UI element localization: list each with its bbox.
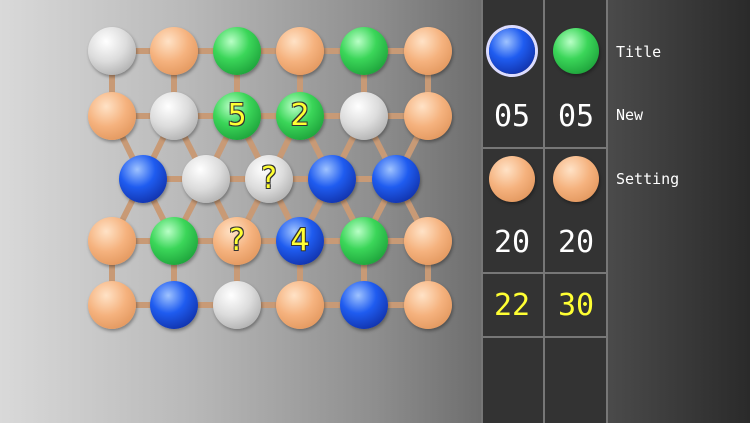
orange-ball[interactable] — [88, 281, 136, 329]
orange-ball[interactable] — [404, 92, 452, 140]
white-ball[interactable] — [182, 155, 230, 203]
orange-ball[interactable] — [276, 27, 324, 75]
white-ball[interactable] — [213, 281, 261, 329]
player2-green-ball-icon[interactable] — [553, 28, 599, 74]
panel-divider-3 — [481, 336, 608, 338]
orange-ball[interactable] — [88, 92, 136, 140]
panel-border-left — [481, 0, 483, 423]
panel-divider-2 — [481, 272, 608, 274]
blue-ball[interactable] — [308, 155, 356, 203]
ball-number: 4 — [290, 223, 310, 258]
blue-ball[interactable]: 4 — [276, 217, 324, 265]
panel-divider-1 — [481, 147, 608, 149]
blue-ball[interactable] — [372, 155, 420, 203]
player2-score: 30 — [557, 288, 595, 323]
orange-ball[interactable] — [404, 27, 452, 75]
green-ball[interactable]: 5 — [213, 92, 261, 140]
game-board: 5 2?? 4 — [0, 0, 470, 423]
player1-count-top: 05 — [493, 99, 531, 134]
new-game-menu-item[interactable]: New — [616, 106, 643, 124]
title-menu-item[interactable]: Title — [616, 43, 661, 61]
setting-menu-item[interactable]: Setting — [616, 170, 679, 188]
orange-ball[interactable] — [276, 281, 324, 329]
player1-score: 22 — [493, 288, 531, 323]
green-ball[interactable]: 2 — [276, 92, 324, 140]
side-menu: Title New Setting — [608, 0, 750, 423]
player2-count-mid: 20 — [557, 225, 595, 260]
white-ball[interactable]: ? — [245, 155, 293, 203]
panel-divider-vertical — [543, 0, 545, 423]
blue-ball[interactable] — [340, 281, 388, 329]
ball-number: 5 — [227, 98, 247, 133]
orange-ball[interactable] — [150, 27, 198, 75]
player2-count-top: 05 — [557, 99, 595, 134]
orange-ball[interactable] — [88, 217, 136, 265]
white-ball[interactable] — [340, 92, 388, 140]
score-panel: 05 05 20 20 22 30 — [481, 0, 608, 423]
white-ball[interactable] — [150, 92, 198, 140]
orange-ball[interactable] — [404, 217, 452, 265]
ball-number: ? — [229, 223, 245, 258]
blue-ball[interactable] — [150, 281, 198, 329]
player2-orange-ball-icon[interactable] — [553, 156, 599, 202]
ball-number: 2 — [290, 98, 310, 133]
blue-ball[interactable] — [119, 155, 167, 203]
player1-orange-ball-icon[interactable] — [489, 156, 535, 202]
player1-blue-ball-icon[interactable] — [489, 28, 535, 74]
green-ball[interactable] — [340, 27, 388, 75]
green-ball[interactable] — [213, 27, 261, 75]
white-ball[interactable] — [88, 27, 136, 75]
green-ball[interactable] — [340, 217, 388, 265]
green-ball[interactable] — [150, 217, 198, 265]
orange-ball[interactable]: ? — [213, 217, 261, 265]
player1-count-mid: 20 — [493, 225, 531, 260]
ball-number: ? — [261, 161, 277, 196]
orange-ball[interactable] — [404, 281, 452, 329]
